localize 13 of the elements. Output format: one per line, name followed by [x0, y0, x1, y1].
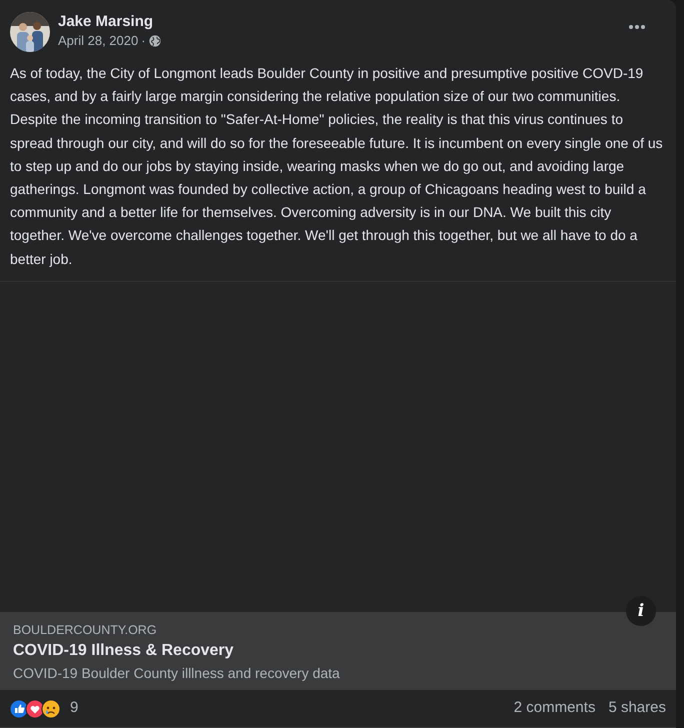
comments-link[interactable]: 2 comments — [514, 697, 596, 720]
shares-link[interactable]: 5 shares — [608, 697, 666, 720]
separator-dot: · — [141, 32, 146, 50]
post-text: As of today, the City of Longmont leads Boulder County in positive and presumptive positive COVD-19 cases, and by a fairly large margin considering the relative population size of our two communities. Despite the incoming transition to "Safer-At-Home" policies, the reality is that this virus continues to spread through our city, and will do so for the foreseeable future. It is incumbent on every single one of us to step up and do our jobs by staying inside, wearing masks when we do go out, and avoiding large gatherings. Longmont was founded by collective action, a group of Chicagoans heading west to build a community and a better life for themselves. Overcoming adversity is in our DNA. We built this city together. We've overcome challenges together. We'll get through this together, but we all have to do a better job. — [9, 64, 664, 269]
author-name[interactable]: Jake Marsing — [58, 12, 161, 32]
link-title: COVID-19 Illness & Recovery — [13, 641, 235, 661]
reaction-count[interactable]: 9 — [70, 697, 78, 720]
link-domain: BOULDERCOUNTY.ORG — [13, 622, 158, 638]
post-date[interactable]: April 28, 2020 — [58, 32, 138, 50]
link-description: COVID-19 Boulder County illlness and recovery data — [13, 664, 341, 682]
globe-icon — [148, 35, 161, 47]
more-icon — [629, 25, 645, 29]
avatar[interactable] — [10, 12, 50, 52]
